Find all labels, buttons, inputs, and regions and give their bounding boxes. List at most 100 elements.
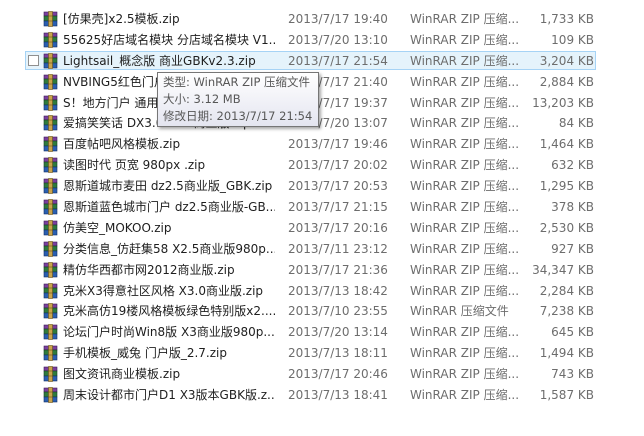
file-date-modified: 2013/7/20 13:10 <box>288 32 388 47</box>
file-date-modified: 2013/7/17 20:16 <box>288 220 388 235</box>
file-type: WinRAR ZIP 压缩... <box>410 116 520 131</box>
file-size: 34,347 KB <box>532 262 594 277</box>
file-row[interactable]: 克米高仿19楼风格模板绿色特别版x2.... 2013/7/10 23:55 Win… <box>0 301 644 322</box>
winrar-archive-icon <box>43 220 58 236</box>
file-row[interactable]: 恩斯道城市麦田 dz2.5商业版_GBK.zip 2013/7/17 20:53 W… <box>0 176 644 197</box>
tooltip-type: 类型: WinRAR ZIP 压缩文件 <box>163 75 311 89</box>
file-size: 1,464 KB <box>539 137 594 152</box>
file-row[interactable]: 精仿华西都市网2012商业版.zip 2013/7/17 21:36 WinRAR … <box>0 260 644 281</box>
file-size: 2,530 KB <box>539 220 594 235</box>
winrar-archive-icon <box>43 345 58 362</box>
file-type: WinRAR ZIP 压缩... <box>410 137 520 152</box>
file-size: 1,733 KB <box>539 12 594 26</box>
file-row[interactable]: 分类信息_仿赶集58 X2.5商业版980p... 2013/7/11 23:12… <box>0 239 644 260</box>
tooltip-modified: 修改日期: 2013/7/17 21:54 <box>163 109 313 123</box>
file-row[interactable]: 读图时代 页宽 980px .zip 2013/7/17 20:02 WinRAR … <box>0 155 644 176</box>
file-size: 7,238 KB <box>539 304 594 319</box>
file-name: 精仿华西都市网2012商业版.zip <box>63 262 235 277</box>
file-name: 周末设计都市门户D1 X3版本GBK版.z... <box>63 388 275 403</box>
file-size: 2,284 KB <box>539 283 594 298</box>
file-row[interactable]: S！地方门户 通用版.zip 2013/7/17 19:37 WinRAR ZIP … <box>0 93 644 114</box>
file-row[interactable]: 百度帖吧风格模板.zip 2013/7/17 19:46 WinRAR ZIP 压缩… <box>0 134 644 155</box>
winrar-archive-icon <box>43 178 58 194</box>
file-date-modified: 2013/7/17 20:53 <box>288 179 388 194</box>
file-name: 读图时代 页宽 980px .zip <box>63 158 206 173</box>
file-type: WinRAR ZIP 压缩... <box>410 74 520 89</box>
file-size: 3,204 KB <box>539 53 594 68</box>
file-size: 2,884 KB <box>539 74 594 89</box>
file-name: 百度帖吧风格模板.zip <box>63 137 181 152</box>
file-size: 84 KB <box>558 116 594 131</box>
file-size: 1,295 KB <box>539 179 594 194</box>
file-type: WinRAR ZIP 压缩... <box>410 32 520 47</box>
winrar-archive-icon <box>43 32 58 48</box>
file-date-modified: 2013/7/13 18:41 <box>288 388 388 403</box>
file-date-modified: 2013/7/17 21:54 <box>288 53 388 68</box>
file-row[interactable]: 55625好店域名模块 分店域名模块 V1... 2013/7/20 13:10 W… <box>0 30 644 51</box>
winrar-archive-icon <box>43 73 58 90</box>
file-type: WinRAR ZIP 压缩... <box>410 12 520 26</box>
winrar-archive-icon <box>43 136 58 153</box>
file-name: Lightsail_概念版 商业GBKv2.3.zip <box>63 53 256 68</box>
file-type: WinRAR ZIP 压缩... <box>410 283 520 298</box>
file-row[interactable]: 仿美空_MOKOO.zip 2013/7/17 20:16 WinRAR ZIP 压… <box>0 218 644 239</box>
file-size: 109 KB <box>551 32 594 47</box>
file-size: 1,587 KB <box>539 388 594 403</box>
file-name: 克米X3得意社区风格 X3.0商业版.zip <box>63 283 264 298</box>
file-name: [仿果壳]x2.5模板.zip <box>63 12 180 26</box>
winrar-archive-icon <box>43 199 58 215</box>
select-checkbox[interactable] <box>28 54 39 66</box>
winrar-archive-icon <box>43 387 58 403</box>
file-row[interactable]: [仿果壳]x2.5模板.zip 2013/7/17 19:40 WinRAR ZIP… <box>0 9 644 30</box>
file-info-tooltip: 类型: WinRAR ZIP 压缩文件 大小: 3.12 MB 修改日期: 20… <box>157 72 319 127</box>
file-size: 927 KB <box>551 241 594 256</box>
file-size: 743 KB <box>551 367 594 382</box>
file-size: 632 KB <box>551 158 594 173</box>
file-row[interactable]: 周末设计都市门户D1 X3版本GBK版.z... 2013/7/13 18:41 W… <box>0 385 644 406</box>
file-date-modified: 2013/7/17 20:02 <box>288 158 388 173</box>
file-type: WinRAR ZIP 压缩... <box>410 388 520 403</box>
file-list: [仿果壳]x2.5模板.zip 2013/7/17 19:40 WinRAR ZIP… <box>0 9 644 406</box>
file-row[interactable]: NVBING5红色门户 商业版.zip 2013/7/17 21:40 WinRAR… <box>0 72 644 93</box>
winrar-archive-icon <box>43 366 58 382</box>
file-type: WinRAR ZIP 压缩... <box>410 200 520 215</box>
file-name: 恩斯道城市麦田 dz2.5商业版_GBK.zip <box>63 179 273 194</box>
file-size: 13,203 KB <box>532 95 594 110</box>
file-row[interactable]: 图文资讯商业模板.zip 2013/7/17 20:46 WinRAR ZIP 压缩… <box>0 364 644 385</box>
file-row[interactable]: 爱搞笑笑话 DX3.0-GBK商业版.zip2013/7/20 13:07Win… <box>0 113 644 134</box>
file-row[interactable]: 手机模板_威兔 门户版_2.7.zip 2013/7/13 18:11 WinRAR… <box>0 343 644 364</box>
winrar-archive-icon <box>43 157 58 174</box>
winrar-archive-icon <box>43 261 58 278</box>
file-date-modified: 2013/7/17 19:40 <box>288 12 388 26</box>
file-type: WinRAR ZIP 压缩... <box>410 241 520 256</box>
file-type: WinRAR ZIP 压缩... <box>410 325 520 340</box>
file-name: 仿美空_MOKOO.zip <box>63 220 172 235</box>
file-type: WinRAR 压缩文件 <box>410 304 509 319</box>
winrar-archive-icon <box>43 11 58 27</box>
file-name: 分类信息_仿赶集58 X2.5商业版980p... <box>63 241 275 256</box>
file-date-modified: 2013/7/11 23:12 <box>288 241 388 256</box>
file-name: 克米高仿19楼风格模板绿色特别版x2.... <box>63 304 275 319</box>
file-size: 645 KB <box>551 325 594 340</box>
file-date-modified: 2013/7/17 19:46 <box>288 137 388 152</box>
file-type: WinRAR ZIP 压缩... <box>410 367 520 382</box>
file-type: WinRAR ZIP 压缩... <box>410 179 520 194</box>
file-row[interactable]: 论坛门户时尚Win8版 X3商业版980p... 2013/7/20 13:14 W… <box>0 322 644 343</box>
file-name: 55625好店域名模块 分店域名模块 V1... <box>63 32 275 47</box>
file-date-modified: 2013/7/13 18:11 <box>288 346 388 361</box>
file-type: WinRAR ZIP 压缩... <box>410 95 520 110</box>
winrar-archive-icon <box>43 52 58 69</box>
file-size: 378 KB <box>551 200 594 215</box>
file-row[interactable]: 克米X3得意社区风格 X3.0商业版.zip 2013/7/13 18:42 Win… <box>0 281 644 302</box>
winrar-archive-icon <box>43 324 58 341</box>
file-row[interactable]: 恩斯道蓝色城市门户 dz2.5商业版-GB... 2013/7/17 21:15 W… <box>0 197 644 218</box>
file-type: WinRAR ZIP 压缩... <box>410 220 520 235</box>
file-name: 手机模板_威兔 门户版_2.7.zip <box>63 346 227 361</box>
file-date-modified: 2013/7/20 13:14 <box>288 325 388 340</box>
file-row[interactable]: Lightsail_概念版 商业GBKv2.3.zip 2013/7/17 21:… <box>0 50 644 72</box>
file-date-modified: 2013/7/17 21:36 <box>288 262 388 277</box>
winrar-archive-icon <box>43 94 58 111</box>
file-date-modified: 2013/7/13 18:42 <box>288 283 388 298</box>
winrar-archive-icon <box>43 282 58 299</box>
file-type: WinRAR ZIP 压缩... <box>410 262 520 277</box>
